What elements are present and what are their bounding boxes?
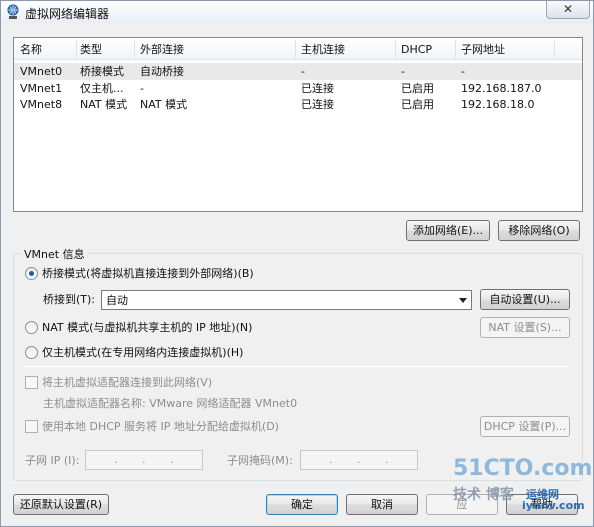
cell-subnet: 192.168.187.0 xyxy=(461,82,542,95)
dhcp-checkbox-label[interactable]: 使用本地 DHCP 服务将 IP 地址分配给虚拟机(D) xyxy=(42,420,279,434)
chevron-down-icon xyxy=(459,298,467,303)
cell-subnet: 192.168.18.0 xyxy=(461,98,535,111)
cell-host: 已连接 xyxy=(301,82,334,95)
watermark-logo: 51CTO.com xyxy=(453,456,593,481)
column-header-external[interactable]: 外部连接 xyxy=(140,42,184,58)
network-globe-icon xyxy=(7,4,19,19)
nat-radio[interactable] xyxy=(25,321,38,334)
cell-external: NAT 模式 xyxy=(140,98,188,111)
cell-name: VMnet8 xyxy=(20,98,63,111)
dhcp-checkbox[interactable] xyxy=(25,420,38,433)
cell-dhcp: 已启用 xyxy=(401,98,434,111)
subnet-mask-label: 子网掩码(M): xyxy=(227,454,293,467)
column-header-name[interactable]: 名称 xyxy=(20,42,42,58)
cell-type: NAT 模式 xyxy=(80,98,128,111)
cell-external: 自动桥接 xyxy=(140,65,184,78)
close-button[interactable]: ✕ xyxy=(546,1,590,19)
cancel-button[interactable]: 取消 xyxy=(346,494,418,515)
cell-dhcp: 已启用 xyxy=(401,82,434,95)
auto-settings-button[interactable]: 自动设置(U)... xyxy=(480,289,570,310)
table-header: 名称 类型 外部连接 主机连接 DHCP 子网地址 xyxy=(14,38,582,60)
cell-type: 仅主机... xyxy=(80,82,124,95)
close-icon: ✕ xyxy=(562,2,574,16)
host-only-radio[interactable] xyxy=(25,346,38,359)
virtual-network-editor-window: 虚拟网络编辑器 ✕ 名称 类型 外部连接 主机连接 DHCP 子网地址 VMne… xyxy=(0,0,594,527)
vmnet-info-group xyxy=(13,253,583,481)
subnet-ip-label: 子网 IP (I): xyxy=(25,454,80,467)
add-network-button[interactable]: 添加网络(E)... xyxy=(406,220,490,241)
cell-name: VMnet1 xyxy=(20,82,63,95)
cell-type: 桥接模式 xyxy=(80,65,124,78)
watermark-blog: 技术 博客 xyxy=(453,487,514,503)
cell-subnet: - xyxy=(461,65,465,78)
connect-adapter-checkbox[interactable] xyxy=(25,376,38,389)
table-row[interactable]: VMnet1 仅主机... - 已连接 已启用 192.168.187.0 xyxy=(14,80,582,97)
cell-dhcp: - xyxy=(401,65,405,78)
restore-defaults-button[interactable]: 还原默认设置(R) xyxy=(13,494,109,515)
bridged-radio-label[interactable]: 桥接模式(将虚拟机直接连接到外部网络)(B) xyxy=(42,267,254,281)
bridge-to-select[interactable]: 自动 xyxy=(101,290,472,310)
adapter-name-text: 主机虚拟适配器名称: VMware 网络适配器 VMnet0 xyxy=(43,397,298,410)
bridged-radio[interactable] xyxy=(25,267,38,280)
nat-settings-button[interactable]: NAT 设置(S)... xyxy=(480,317,570,338)
table-row[interactable]: VMnet8 NAT 模式 NAT 模式 已连接 已启用 192.168.18.… xyxy=(14,96,582,113)
divider xyxy=(23,366,570,367)
column-header-type[interactable]: 类型 xyxy=(80,42,102,58)
cell-external: - xyxy=(140,82,144,95)
host-only-radio-label[interactable]: 仅主机模式(在专用网络内连接虚拟机)(H) xyxy=(42,346,243,360)
vmnet-info-label: VMnet 信息 xyxy=(21,246,88,262)
table-row[interactable]: VMnet0 桥接模式 自动桥接 - - - xyxy=(14,63,582,80)
cell-host: - xyxy=(301,65,305,78)
subnet-ip-input[interactable]: . . . xyxy=(85,450,203,470)
network-table[interactable]: 名称 类型 外部连接 主机连接 DHCP 子网地址 VMnet0 桥接模式 自动… xyxy=(13,37,583,212)
remove-network-button[interactable]: 移除网络(O) xyxy=(498,220,580,241)
column-header-subnet[interactable]: 子网地址 xyxy=(461,42,505,58)
subnet-mask-input[interactable]: . . . xyxy=(300,450,418,470)
title-bar: 虚拟网络编辑器 ✕ xyxy=(1,1,593,23)
window-title: 虚拟网络编辑器 xyxy=(25,7,110,21)
connect-adapter-label[interactable]: 将主机虚拟适配器连接到此网络(V) xyxy=(42,376,212,390)
column-header-host[interactable]: 主机连接 xyxy=(301,42,345,58)
cell-host: 已连接 xyxy=(301,98,334,111)
dhcp-settings-button[interactable]: DHCP 设置(P)... xyxy=(480,416,570,437)
bridge-to-value: 自动 xyxy=(106,294,128,307)
ok-button[interactable]: 确定 xyxy=(266,494,338,515)
bridge-to-label: 桥接到(T): xyxy=(43,293,96,306)
watermark-url: iyunv.com xyxy=(522,499,585,512)
cell-name: VMnet0 xyxy=(20,65,63,78)
column-header-dhcp[interactable]: DHCP xyxy=(401,42,432,58)
nat-radio-label[interactable]: NAT 模式(与虚拟机共享主机的 IP 地址)(N) xyxy=(42,321,252,335)
